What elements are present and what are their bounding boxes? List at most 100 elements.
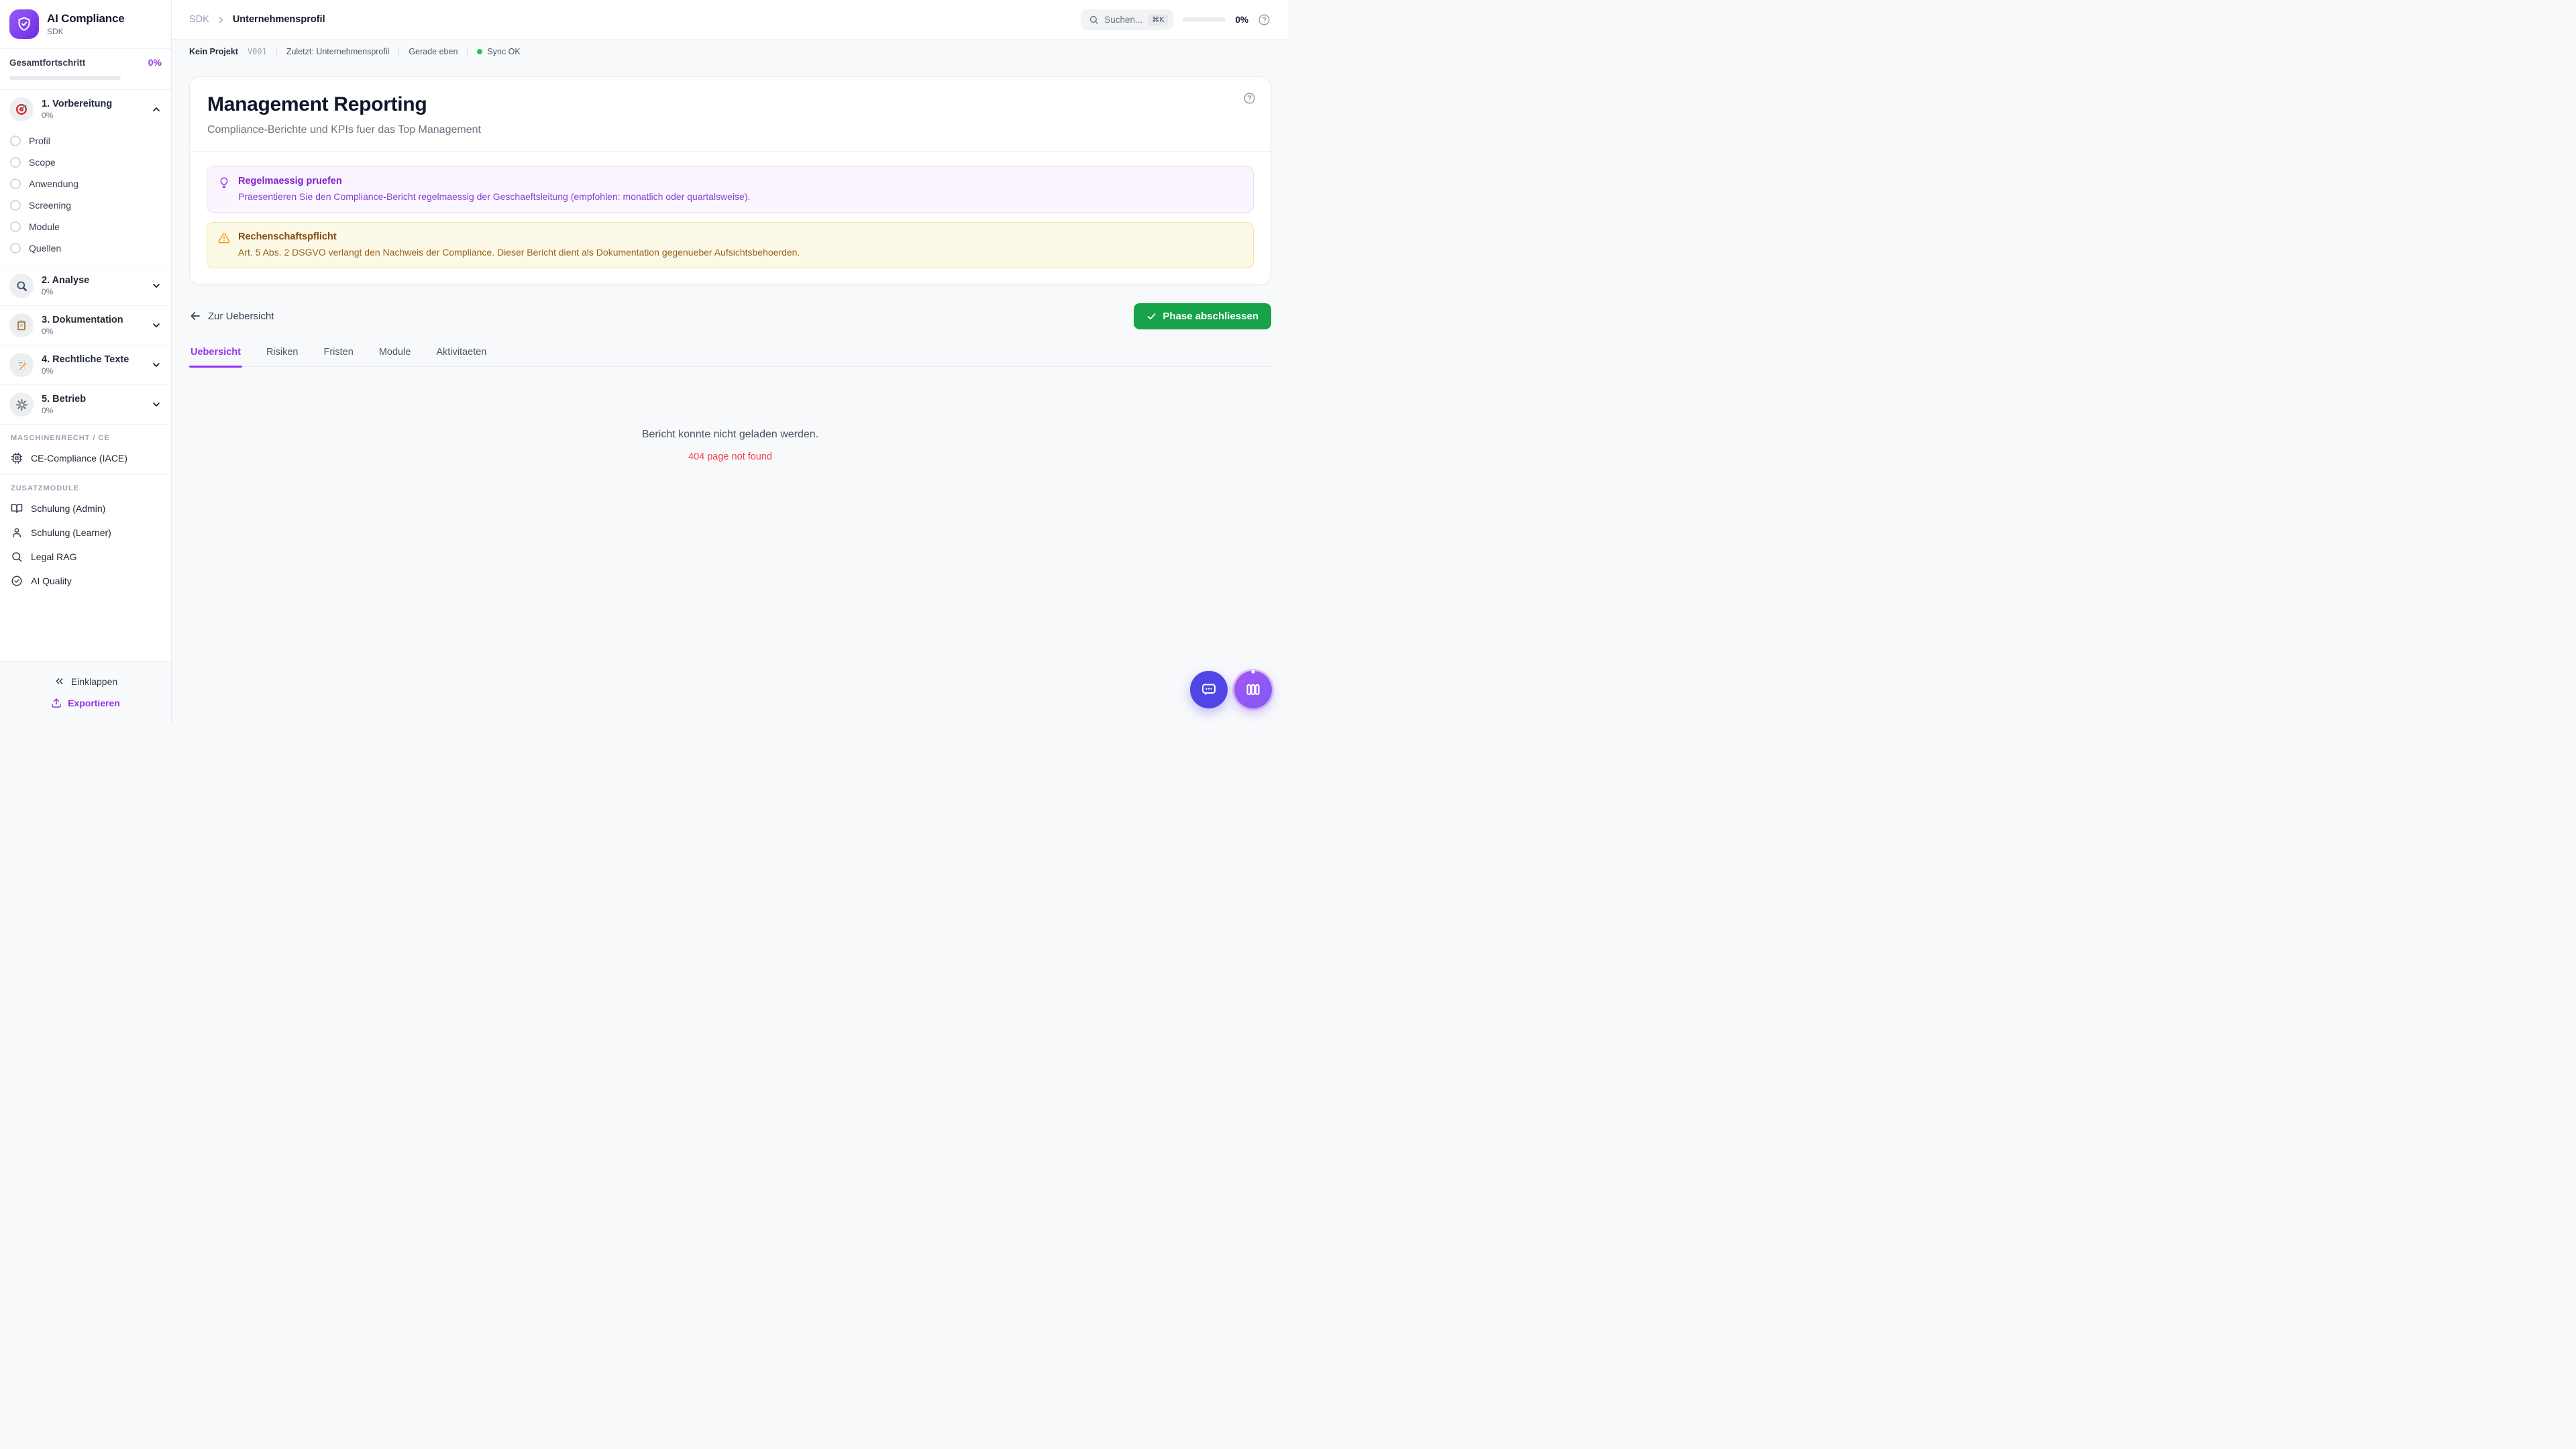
complete-phase-button[interactable]: Phase abschliessen: [1134, 303, 1271, 329]
phase-percent: 0%: [42, 406, 54, 415]
phase-title: 4. Rechtliche Texte: [42, 354, 129, 365]
sidebar-item-legal-rag[interactable]: Legal RAG: [0, 545, 171, 569]
sidebar-footer: Einklappen Exportieren: [0, 661, 171, 724]
last-saved-time: Gerade eben: [409, 47, 458, 56]
tab-fristen[interactable]: Fristen: [323, 347, 355, 366]
phase-dokumentation: 3. Dokumentation 0%: [0, 306, 171, 345]
overall-progress: Gesamtfortschritt 0%: [0, 49, 171, 90]
phase-title: 5. Betrieb: [42, 394, 87, 405]
step-module[interactable]: Module: [0, 216, 171, 237]
step-label: Module: [29, 221, 60, 232]
warning-callout: Rechenschaftspflicht Art. 5 Abs. 2 DSGVO…: [207, 221, 1254, 268]
sidebar-item-ce-compliance[interactable]: CE-Compliance (IACE): [0, 446, 171, 470]
sidebar: AI Compliance SDK Gesamtfortschritt 0% 1…: [0, 0, 172, 724]
topbar-right: Suchen... ⌘K 0%: [1081, 9, 1271, 30]
chevron-down-icon: [151, 280, 162, 291]
report-card-callouts: Regelmaessig pruefen Praesentieren Sie d…: [190, 152, 1271, 284]
step-profil[interactable]: Profil: [0, 130, 171, 152]
help-icon[interactable]: [1258, 13, 1271, 26]
page-content: Management Reporting Compliance-Berichte…: [172, 64, 1288, 724]
warning-triangle-icon: [218, 232, 230, 244]
empty-state: Bericht konnte nicht geladen werden. 404…: [189, 429, 1271, 462]
status-bar: Kein Projekt V001 Zuletzt: Unternehmensp…: [172, 40, 1288, 64]
cpu-icon: [11, 452, 23, 464]
phase-header-rechtliche-texte[interactable]: 4. Rechtliche Texte 0%: [0, 345, 171, 384]
help-icon[interactable]: [1243, 92, 1256, 105]
phase-header-vorbereitung[interactable]: 1. Vorbereitung 0%: [0, 90, 171, 129]
empty-state-message: Bericht konnte nicht geladen werden.: [641, 428, 819, 440]
sidebar-item-label: Legal RAG: [31, 551, 77, 562]
page-title: Management Reporting: [207, 93, 427, 115]
sidebar-item-schulung-learner[interactable]: Schulung (Learner): [0, 521, 171, 545]
chat-fab-button[interactable]: [1190, 671, 1228, 708]
clipboard-icon: [9, 313, 34, 337]
chat-bubble-icon: [1200, 681, 1218, 698]
step-label: Anwendung: [29, 178, 78, 189]
back-to-overview-link[interactable]: Zur Uebersicht: [189, 310, 274, 322]
phase-analyse: 2. Analyse 0%: [0, 266, 171, 306]
section-header-zusatzmodule: ZUSATZMODULE: [11, 484, 80, 492]
sidebar-item-ai-quality[interactable]: AI Quality: [0, 569, 171, 593]
tip-title: Regelmaessig pruefen: [238, 176, 342, 186]
phase-title: 3. Dokumentation: [42, 315, 123, 325]
divider: [467, 47, 468, 56]
export-label: Exportieren: [68, 698, 120, 708]
tab-uebersicht[interactable]: Uebersicht: [189, 347, 242, 368]
phase-title: 2. Analyse: [42, 275, 90, 286]
breadcrumb-root[interactable]: SDK: [189, 14, 209, 25]
gear-icon: [9, 392, 34, 417]
step-label: Profil: [29, 136, 50, 146]
page-subtitle: Compliance-Berichte und KPIs fuer das To…: [207, 124, 481, 136]
collapse-sidebar-button[interactable]: Einklappen: [0, 670, 171, 692]
section-header-maschinenrecht: MASCHINENRECHT / CE: [11, 434, 110, 442]
memo-pencil-icon: [9, 353, 34, 377]
sync-ok-dot-icon: [477, 49, 483, 54]
sidebar-item-label: Schulung (Admin): [31, 503, 106, 514]
phase-header-betrieb[interactable]: 5. Betrieb 0%: [0, 385, 171, 424]
search-placeholder: Suchen...: [1104, 14, 1143, 25]
phase-header-dokumentation[interactable]: 3. Dokumentation 0%: [0, 306, 171, 345]
radio-circle-icon: [10, 157, 21, 168]
phase-percent: 0%: [42, 366, 54, 376]
search-shortcut-badge: ⌘K: [1148, 13, 1169, 25]
sidebar-item-label: Schulung (Learner): [31, 527, 111, 538]
target-icon: [9, 97, 34, 121]
report-card-head: Management Reporting Compliance-Berichte…: [190, 77, 1271, 152]
chevron-down-icon: [151, 399, 162, 410]
export-button[interactable]: Exportieren: [0, 692, 171, 714]
step-screening[interactable]: Screening: [0, 195, 171, 216]
tab-risiken[interactable]: Risiken: [265, 347, 300, 366]
chevron-down-icon: [151, 320, 162, 331]
warning-text: Art. 5 Abs. 2 DSGVO verlangt den Nachwei…: [238, 246, 800, 258]
report-tabs: Uebersicht Risiken Fristen Module Aktivi…: [189, 347, 1271, 368]
columns-fab-button[interactable]: [1234, 671, 1272, 708]
tab-aktivitaeten[interactable]: Aktivitaeten: [435, 347, 488, 366]
phase-steps: Profil Scope Anwendung Screening Module: [0, 129, 171, 266]
step-quellen[interactable]: Quellen: [0, 237, 171, 259]
divider: [276, 47, 277, 56]
phase-vorbereitung: 1. Vorbereitung 0% Profil Scope Anwendun…: [0, 90, 171, 266]
tip-callout: Regelmaessig pruefen Praesentieren Sie d…: [207, 166, 1254, 213]
complete-phase-label: Phase abschliessen: [1163, 310, 1258, 322]
app-brand-text: AI Compliance SDK: [47, 12, 125, 36]
upload-icon: [51, 698, 62, 708]
empty-state-error: 404 page not found: [688, 451, 772, 462]
sync-status: Sync OK: [477, 47, 521, 56]
step-scope[interactable]: Scope: [0, 152, 171, 173]
breadcrumb-current: Unternehmensprofil: [232, 14, 325, 25]
search-input[interactable]: Suchen... ⌘K: [1081, 9, 1174, 30]
phase-header-analyse[interactable]: 2. Analyse 0%: [0, 266, 171, 305]
step-anwendung[interactable]: Anwendung: [0, 173, 171, 195]
tab-module[interactable]: Module: [378, 347, 413, 366]
app-subtitle: SDK: [47, 27, 64, 36]
main-area: SDK Unternehmensprofil Suchen... ⌘K 0% K…: [172, 0, 1288, 724]
person-icon: [11, 527, 23, 539]
check-circle-icon: [11, 575, 23, 587]
sync-label: Sync OK: [487, 47, 521, 56]
check-icon: [1146, 311, 1157, 321]
chevrons-left-icon: [54, 676, 65, 687]
phase-percent: 0%: [42, 327, 54, 336]
sidebar-item-schulung-admin[interactable]: Schulung (Admin): [0, 496, 171, 521]
last-visited: Zuletzt: Unternehmensprofil: [286, 47, 390, 56]
lightbulb-icon: [218, 176, 230, 189]
